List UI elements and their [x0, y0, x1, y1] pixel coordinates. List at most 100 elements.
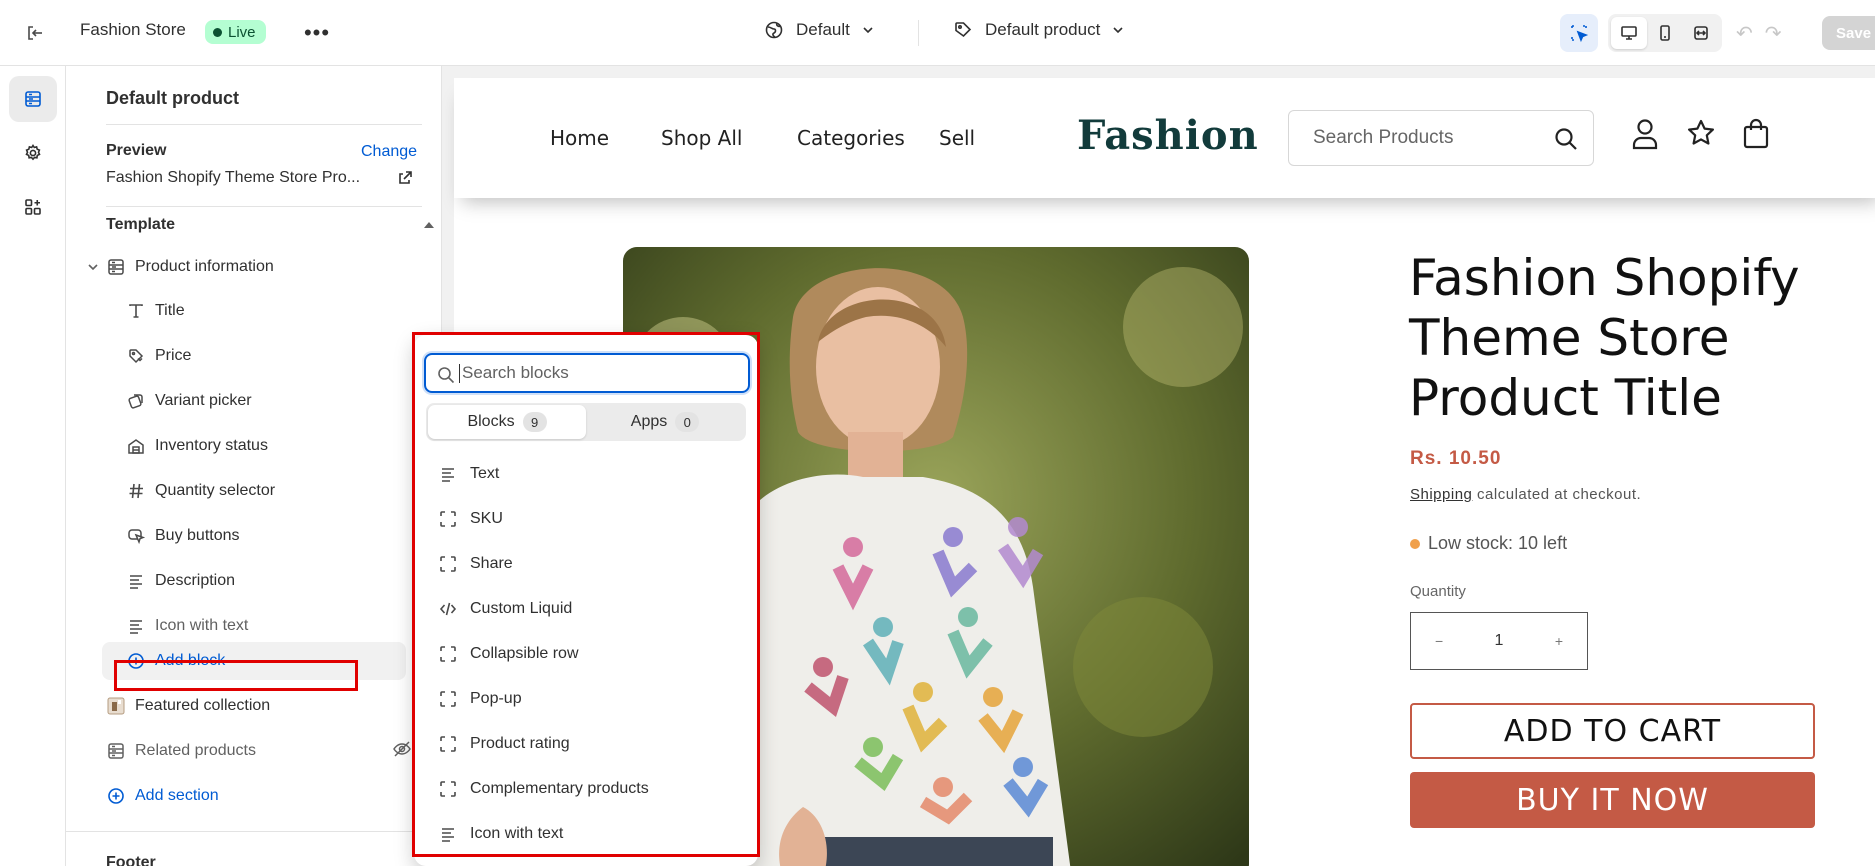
redo-icon[interactable]: ↷ — [1765, 21, 1782, 46]
tab-label: Blocks — [467, 413, 515, 430]
block-option-icon-with-text[interactable]: Icon with text — [414, 811, 758, 856]
divider — [66, 831, 441, 832]
add-block-button[interactable]: Add block — [126, 645, 225, 677]
block-description[interactable]: Description — [126, 565, 235, 597]
block-option-sku[interactable]: SKU — [414, 496, 758, 541]
inspector-toggle-button[interactable] — [1560, 14, 1598, 52]
block-option-custom-liquid[interactable]: Custom Liquid — [414, 586, 758, 631]
add-section-button[interactable]: Add section — [106, 780, 219, 812]
account-icon[interactable] — [1631, 118, 1659, 150]
apps-tab[interactable] — [9, 184, 57, 230]
editor-topbar: Fashion Store Live ••• Default Default p… — [0, 0, 1875, 66]
cart-bag-icon[interactable] — [1742, 118, 1770, 150]
chevron-down-icon[interactable] — [86, 257, 100, 277]
template-selector[interactable]: Default product — [953, 20, 1136, 40]
nav-categories-link[interactable]: Categories — [797, 126, 905, 150]
block-label: Variant picker — [155, 392, 252, 409]
block-quantity-selector[interactable]: Quantity selector — [126, 475, 275, 507]
site-search-input[interactable]: Search Products — [1288, 110, 1594, 166]
shipping-note: Shipping calculated at checkout. — [1410, 486, 1641, 503]
sections-tab[interactable] — [9, 76, 57, 122]
section-label: Related products — [135, 742, 256, 759]
inventory-icon — [126, 436, 146, 456]
section-product-information[interactable]: Product information — [86, 251, 274, 283]
mobile-view-button[interactable] — [1647, 17, 1683, 49]
tab-blocks[interactable]: Blocks 9 — [428, 405, 586, 439]
block-option-label: Custom Liquid — [470, 599, 573, 617]
editor-rail — [0, 66, 66, 866]
desktop-view-button[interactable] — [1611, 17, 1647, 49]
tab-apps[interactable]: Apps 0 — [586, 405, 744, 439]
change-preview-link[interactable]: Change — [361, 143, 417, 161]
section-icon — [106, 741, 126, 761]
expand-icon — [1694, 26, 1708, 40]
product-price: Rs. 10.50 — [1410, 448, 1502, 469]
external-link-icon[interactable] — [397, 170, 413, 186]
block-option-text[interactable]: Text — [414, 451, 758, 496]
add-block-popover: Search blocks Blocks 9 Apps 0 Text SKU Sha… — [414, 335, 758, 866]
template-heading: Template — [106, 216, 176, 233]
block-search-input[interactable]: Search blocks — [424, 353, 750, 393]
theme-selector-label: Default — [796, 20, 850, 39]
decrease-quantity-button[interactable]: − — [1435, 633, 1443, 649]
full-width-button[interactable] — [1683, 17, 1719, 49]
block-buy-buttons[interactable]: Buy buttons — [126, 520, 240, 552]
increase-quantity-button[interactable]: + — [1555, 633, 1563, 649]
image-icon — [106, 696, 126, 716]
save-button[interactable]: Save — [1822, 16, 1875, 50]
tab-count: 0 — [675, 412, 700, 432]
device-switcher — [1608, 14, 1722, 52]
undo-icon[interactable]: ↶ — [1736, 21, 1753, 46]
desktop-icon — [1621, 26, 1637, 40]
block-icon-with-text[interactable]: Icon with text — [126, 610, 441, 642]
paragraph-icon — [126, 571, 146, 591]
plus-circle-icon — [126, 651, 146, 671]
section-related-products[interactable]: Related products — [106, 735, 441, 767]
nav-home-link[interactable]: Home — [550, 126, 609, 150]
chevron-down-icon — [1113, 27, 1123, 34]
eye-off-icon[interactable] — [392, 739, 412, 764]
exit-button[interactable] — [18, 18, 52, 48]
sidebar-title: Default product — [106, 88, 239, 108]
search-icon[interactable] — [1553, 126, 1579, 152]
block-variant-picker[interactable]: Variant picker — [126, 385, 252, 417]
nav-shop-all-link[interactable]: Shop All — [661, 126, 742, 150]
topbar-divider — [918, 20, 919, 46]
block-option-share[interactable]: Share — [414, 541, 758, 586]
block-title[interactable]: Title — [126, 295, 185, 327]
add-to-cart-button[interactable]: ADD TO CART — [1410, 703, 1815, 759]
more-actions-button[interactable]: ••• — [300, 18, 334, 48]
block-label: Inventory status — [155, 437, 268, 454]
block-price[interactable]: Price — [126, 340, 191, 372]
search-icon — [438, 367, 455, 384]
gear-icon — [25, 144, 41, 161]
price-tag-icon — [126, 346, 146, 366]
block-option-pop-up[interactable]: Pop-up — [414, 676, 758, 721]
quantity-value[interactable]: 1 — [1495, 632, 1504, 650]
shipping-link[interactable]: Shipping — [1410, 486, 1472, 503]
buy-now-button[interactable]: BUY IT NOW — [1410, 772, 1815, 828]
site-logo[interactable]: Fashion — [1077, 112, 1259, 159]
divider — [106, 206, 422, 207]
theme-settings-tab[interactable] — [9, 130, 57, 176]
theme-selector[interactable]: Default — [764, 20, 886, 40]
quantity-label: Quantity — [1410, 583, 1466, 600]
divider — [106, 124, 422, 125]
block-option-complementary-products[interactable]: Complementary products — [414, 766, 758, 811]
paragraph-icon — [126, 616, 146, 636]
chevron-down-icon — [863, 27, 873, 34]
block-option-collapsible-row[interactable]: Collapsible row — [414, 631, 758, 676]
cursor-icon — [126, 526, 146, 546]
block-option-label: Share — [470, 554, 513, 572]
block-frame-icon — [438, 779, 458, 799]
wishlist-star-icon[interactable] — [1686, 118, 1716, 148]
text-icon — [126, 301, 146, 321]
add-section-label: Add section — [135, 787, 219, 804]
collapse-template-icon[interactable] — [424, 222, 434, 228]
block-inventory-status[interactable]: Inventory status — [126, 430, 268, 462]
nav-sell-link[interactable]: Sell — [939, 126, 975, 150]
block-option-product-rating[interactable]: Product rating — [414, 721, 758, 766]
section-featured-collection[interactable]: Featured collection — [106, 690, 270, 722]
preview-product-name: Fashion Shopify Theme Store Pro... — [106, 169, 361, 186]
block-frame-icon — [438, 509, 458, 529]
